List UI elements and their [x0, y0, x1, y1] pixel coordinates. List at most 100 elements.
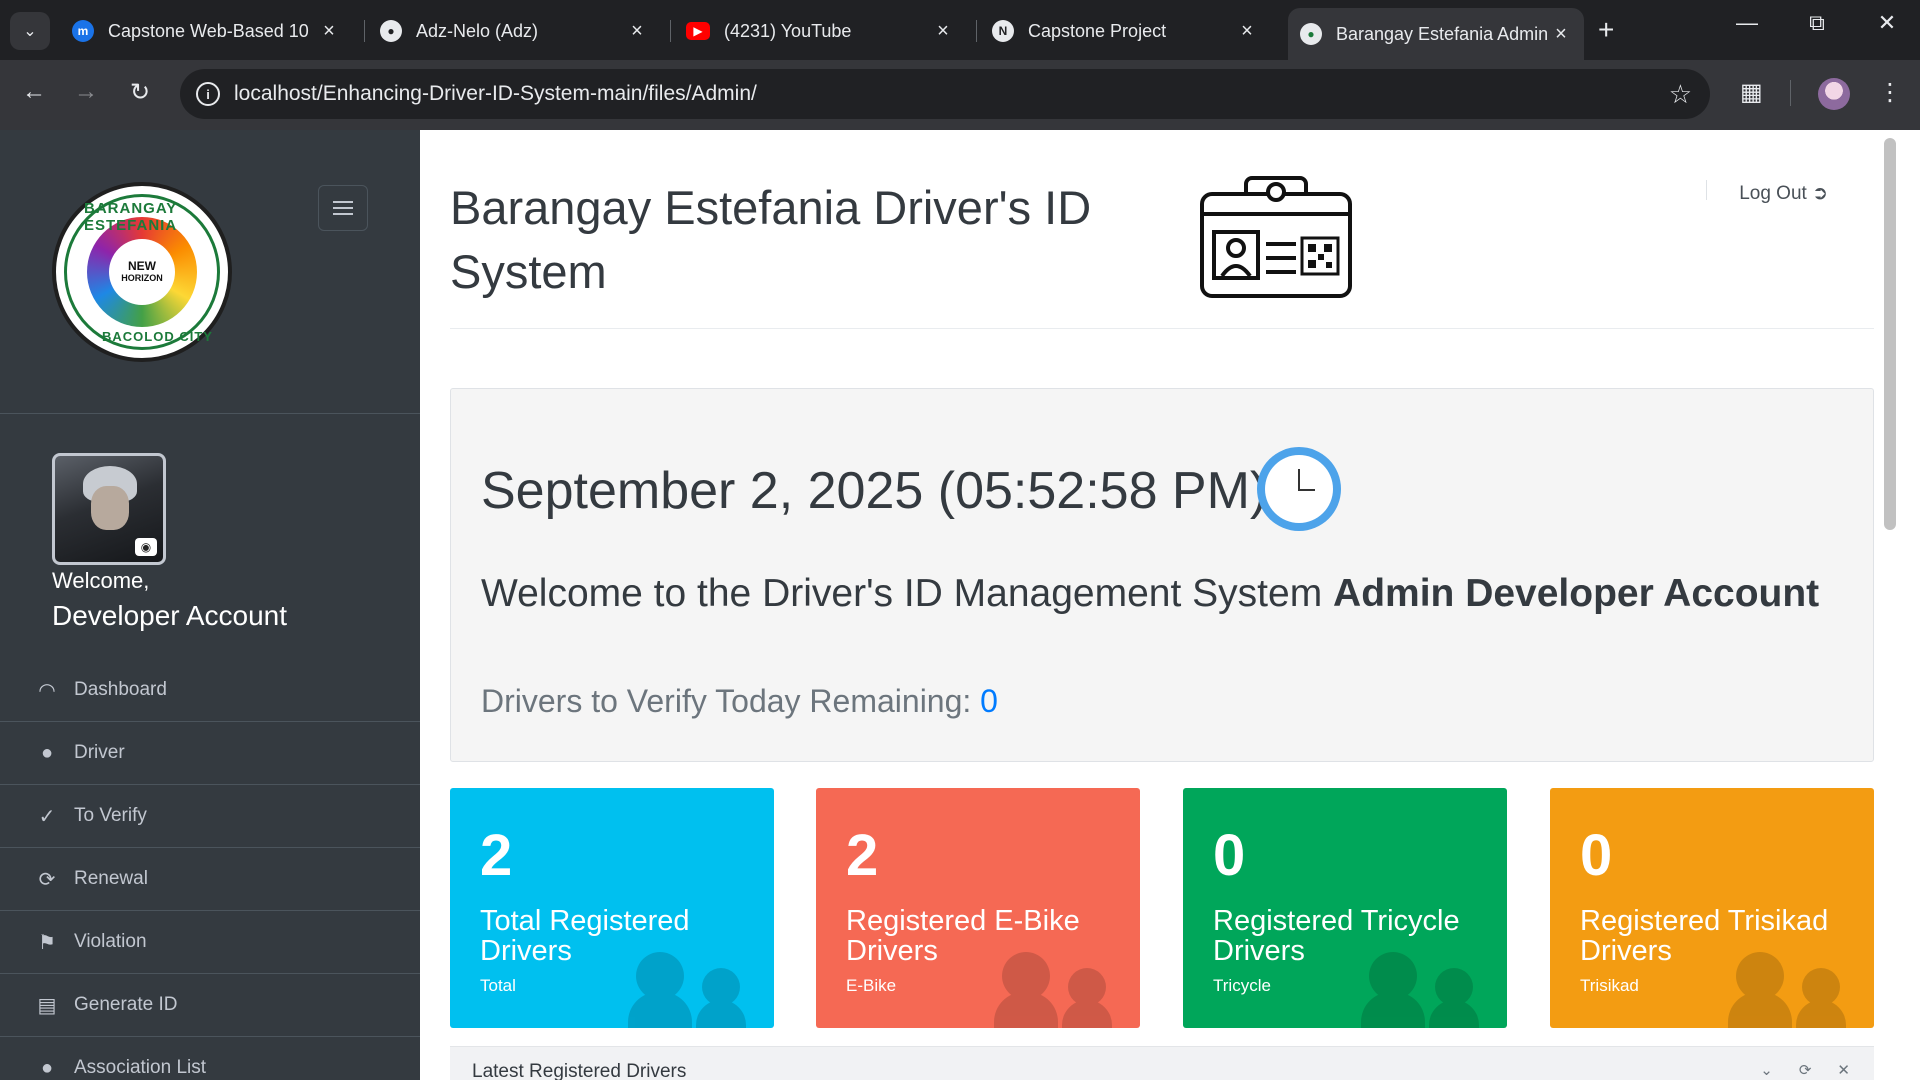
- camera-icon[interactable]: ◉: [135, 538, 157, 556]
- stat-box-tricycle[interactable]: 0 Registered Tricycle Drivers Tricycle: [1183, 788, 1507, 1028]
- close-window-icon[interactable]: ✕: [1864, 10, 1910, 36]
- clock-hour-hand: [1298, 469, 1300, 491]
- page-title: Barangay Estefania Driver's ID System: [450, 181, 1092, 298]
- avatar-face: [91, 486, 129, 530]
- verify-count-link[interactable]: 0: [980, 683, 998, 719]
- user-panel: ◉ Welcome, Developer Account: [0, 414, 420, 659]
- site-info-icon[interactable]: i: [196, 82, 220, 106]
- tab-separator: [670, 20, 671, 42]
- scrollbar[interactable]: [1880, 130, 1900, 1080]
- sidebar-item-label: To Verify: [74, 805, 147, 826]
- users-icon: ●: [40, 1056, 54, 1079]
- users-icon: [628, 952, 746, 1028]
- logout-label: Log Out: [1739, 183, 1807, 204]
- welcome-message-prefix: Welcome to the Driver's ID Management Sy…: [481, 572, 1323, 615]
- sidebar-item-driver[interactable]: ● Driver: [0, 722, 420, 785]
- clock-minute-hand: [1299, 489, 1315, 491]
- sidebar-item-label: Association List: [74, 1057, 207, 1078]
- web-page: BARANGAY ESTEFANIA NEW HORIZON BACOLOD C…: [0, 130, 1920, 1080]
- flag-icon: ⚑: [38, 931, 56, 954]
- sidebar-brand: BARANGAY ESTEFANIA NEW HORIZON BACOLOD C…: [0, 130, 420, 414]
- user-name: Developer Account: [52, 600, 288, 631]
- stat-sublabel: Tricycle: [1213, 976, 1271, 995]
- close-tab-icon[interactable]: ×: [1236, 20, 1258, 43]
- stat-box-total[interactable]: 2 Total Registered Drivers Total: [450, 788, 774, 1028]
- sidebar-item-to-verify[interactable]: ✓ To Verify: [0, 785, 420, 848]
- bookmark-star-icon[interactable]: ☆: [1669, 79, 1692, 110]
- logout-button[interactable]: Log Out ➲: [1739, 182, 1828, 205]
- stat-number: 0: [1213, 823, 1246, 888]
- close-tab-icon[interactable]: ×: [318, 20, 340, 43]
- browser-tab-2[interactable]: ● Adz-Nelo (Adz) ×: [368, 10, 660, 52]
- new-tab-icon[interactable]: +: [1598, 14, 1614, 46]
- close-icon[interactable]: ✕: [1837, 1061, 1850, 1079]
- browser-tab-1[interactable]: m Capstone Web-Based 10 ×: [60, 10, 352, 52]
- forward-arrow-icon[interactable]: →: [68, 78, 104, 106]
- tachometer-icon: ◠: [38, 679, 56, 702]
- panel-title: Latest Registered Drivers: [472, 1061, 687, 1080]
- url-text[interactable]: localhost/Enhancing-Driver-ID-System-mai…: [234, 82, 1669, 106]
- sign-out-icon: ➲: [1812, 183, 1828, 204]
- extensions-icon[interactable]: ▦: [1740, 78, 1763, 107]
- profile-avatar-icon[interactable]: [1818, 78, 1850, 110]
- youtube-icon: ▶: [686, 22, 710, 40]
- users-icon: [994, 952, 1112, 1028]
- close-tab-icon[interactable]: ×: [626, 20, 648, 43]
- collapse-icon[interactable]: ⌄: [1760, 1061, 1773, 1079]
- panel-tools: ⌄ ⟳ ✕: [1760, 1061, 1850, 1079]
- users-icon: [1361, 952, 1479, 1028]
- browser-tab-5-active[interactable]: ● Barangay Estefania Admin ×: [1288, 8, 1584, 60]
- back-arrow-icon[interactable]: ←: [16, 78, 52, 106]
- hamburger-line: [333, 207, 353, 209]
- clock-icon: [1257, 447, 1341, 531]
- barangay-logo[interactable]: BARANGAY ESTEFANIA NEW HORIZON BACOLOD C…: [52, 182, 232, 362]
- menu-toggle-button[interactable]: [318, 185, 368, 231]
- browser-tab-4[interactable]: N Capstone Project ×: [980, 10, 1270, 52]
- sidebar-item-generate-id[interactable]: ▤ Generate ID: [0, 974, 420, 1037]
- stat-sublabel: Total: [480, 976, 516, 995]
- tab-search-button[interactable]: ⌄: [10, 12, 50, 50]
- sidebar-item-label: Driver: [74, 742, 125, 763]
- welcome-jumbotron: September 2, 2025 (05:52:58 PM) Welcome …: [450, 388, 1874, 762]
- tab-separator: [976, 20, 977, 42]
- browser-menu-icon[interactable]: ⋮: [1878, 78, 1902, 107]
- reload-icon[interactable]: ↻: [122, 78, 158, 107]
- refresh-icon[interactable]: ⟳: [1799, 1061, 1812, 1079]
- sidebar-item-dashboard[interactable]: ◠ Dashboard: [0, 659, 420, 722]
- stat-number: 2: [480, 823, 513, 888]
- browser-tab-3[interactable]: ▶ (4231) YouTube ×: [674, 10, 966, 52]
- verify-label: Drivers to Verify Today Remaining:: [481, 683, 972, 719]
- sidebar-item-renewal[interactable]: ⟳ Renewal: [0, 848, 420, 911]
- stat-sublabel: E-Bike: [846, 976, 897, 995]
- stat-number: 0: [1580, 823, 1613, 888]
- clock-face: [1265, 455, 1333, 523]
- user-avatar[interactable]: ◉: [52, 453, 166, 565]
- users-icon: [1728, 952, 1846, 1028]
- welcome-message-account: Admin Developer Account: [1333, 572, 1820, 615]
- scrollbar-thumb[interactable]: [1884, 138, 1896, 530]
- logo-bottom-text: BACOLOD CITY: [102, 329, 213, 344]
- chevron-down-icon: ⌄: [23, 23, 37, 40]
- browser-tabstrip: ⌄ m Capstone Web-Based 10 × ● Adz-Nelo (…: [0, 0, 1920, 60]
- stat-box-trisikad[interactable]: 0 Registered Trisikad Drivers Trisikad: [1550, 788, 1874, 1028]
- main-content: Barangay Estefania Driver's ID System Lo…: [420, 130, 1900, 1080]
- check-icon: ✓: [38, 805, 56, 828]
- minimize-icon[interactable]: —: [1724, 10, 1770, 36]
- sidebar-item-association-list[interactable]: ● Association List: [0, 1037, 420, 1080]
- site-favicon-icon: ●: [1300, 23, 1322, 45]
- hamburger-line: [333, 213, 353, 215]
- address-bar[interactable]: i localhost/Enhancing-Driver-ID-System-m…: [180, 69, 1710, 119]
- stat-number: 2: [846, 823, 879, 888]
- close-tab-icon[interactable]: ×: [1550, 23, 1572, 46]
- sidebar-item-label: Renewal: [74, 868, 148, 889]
- browser-toolbar: ← → ↻ i localhost/Enhancing-Driver-ID-Sy…: [0, 60, 1920, 130]
- id-card-badge-icon: [1200, 176, 1352, 298]
- close-tab-icon[interactable]: ×: [932, 20, 954, 43]
- notion-icon: N: [992, 20, 1014, 42]
- id-card-icon: ▤: [37, 994, 57, 1017]
- stat-box-ebike[interactable]: 2 Registered E-Bike Drivers E-Bike: [816, 788, 1140, 1028]
- restore-icon[interactable]: ⧉: [1794, 10, 1840, 36]
- sidebar-item-violation[interactable]: ⚑ Violation: [0, 911, 420, 974]
- user-icon: ●: [40, 741, 54, 764]
- welcome-text: Welcome,: [52, 568, 150, 593]
